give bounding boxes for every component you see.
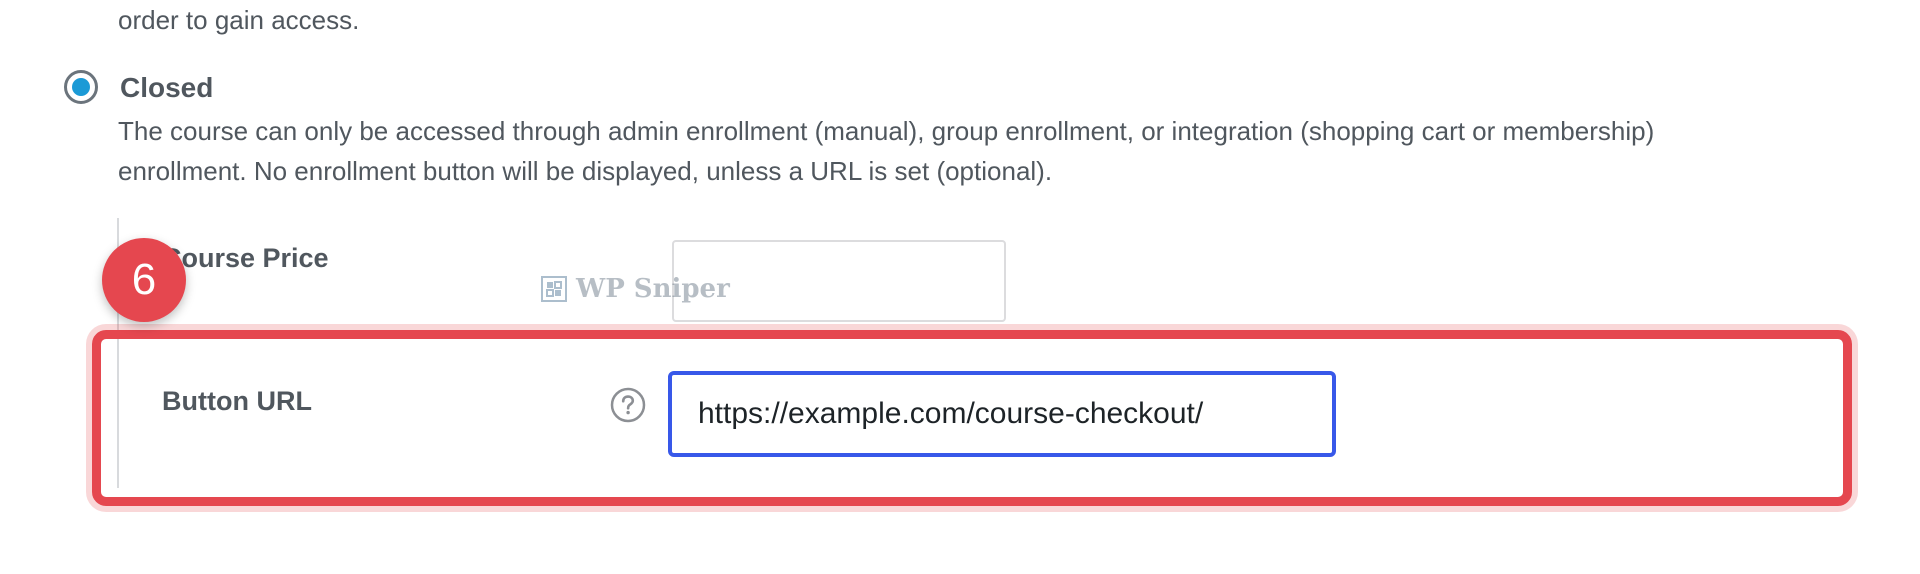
step-number-badge: 6 <box>102 238 186 322</box>
access-option-closed[interactable]: Closed <box>64 70 213 104</box>
button-url-input[interactable] <box>668 371 1336 457</box>
watermark-text: WP Sniper <box>576 274 730 304</box>
course-access-settings: order to gain access. Closed The course … <box>0 0 1920 574</box>
closed-option-description: The course can only be accessed through … <box>118 116 1655 186</box>
wp-sniper-logo-icon <box>541 276 567 302</box>
help-circle-icon[interactable] <box>610 387 646 423</box>
open-option-description-tail: order to gain access. <box>118 5 360 35</box>
course-price-label: Course Price <box>162 243 329 273</box>
radio-selected-dot <box>72 78 90 96</box>
watermark: WP Sniper <box>540 274 730 304</box>
button-url-label: Button URL <box>162 386 312 416</box>
closed-option-label[interactable]: Closed <box>120 72 213 104</box>
closed-radio-button[interactable] <box>64 70 98 104</box>
